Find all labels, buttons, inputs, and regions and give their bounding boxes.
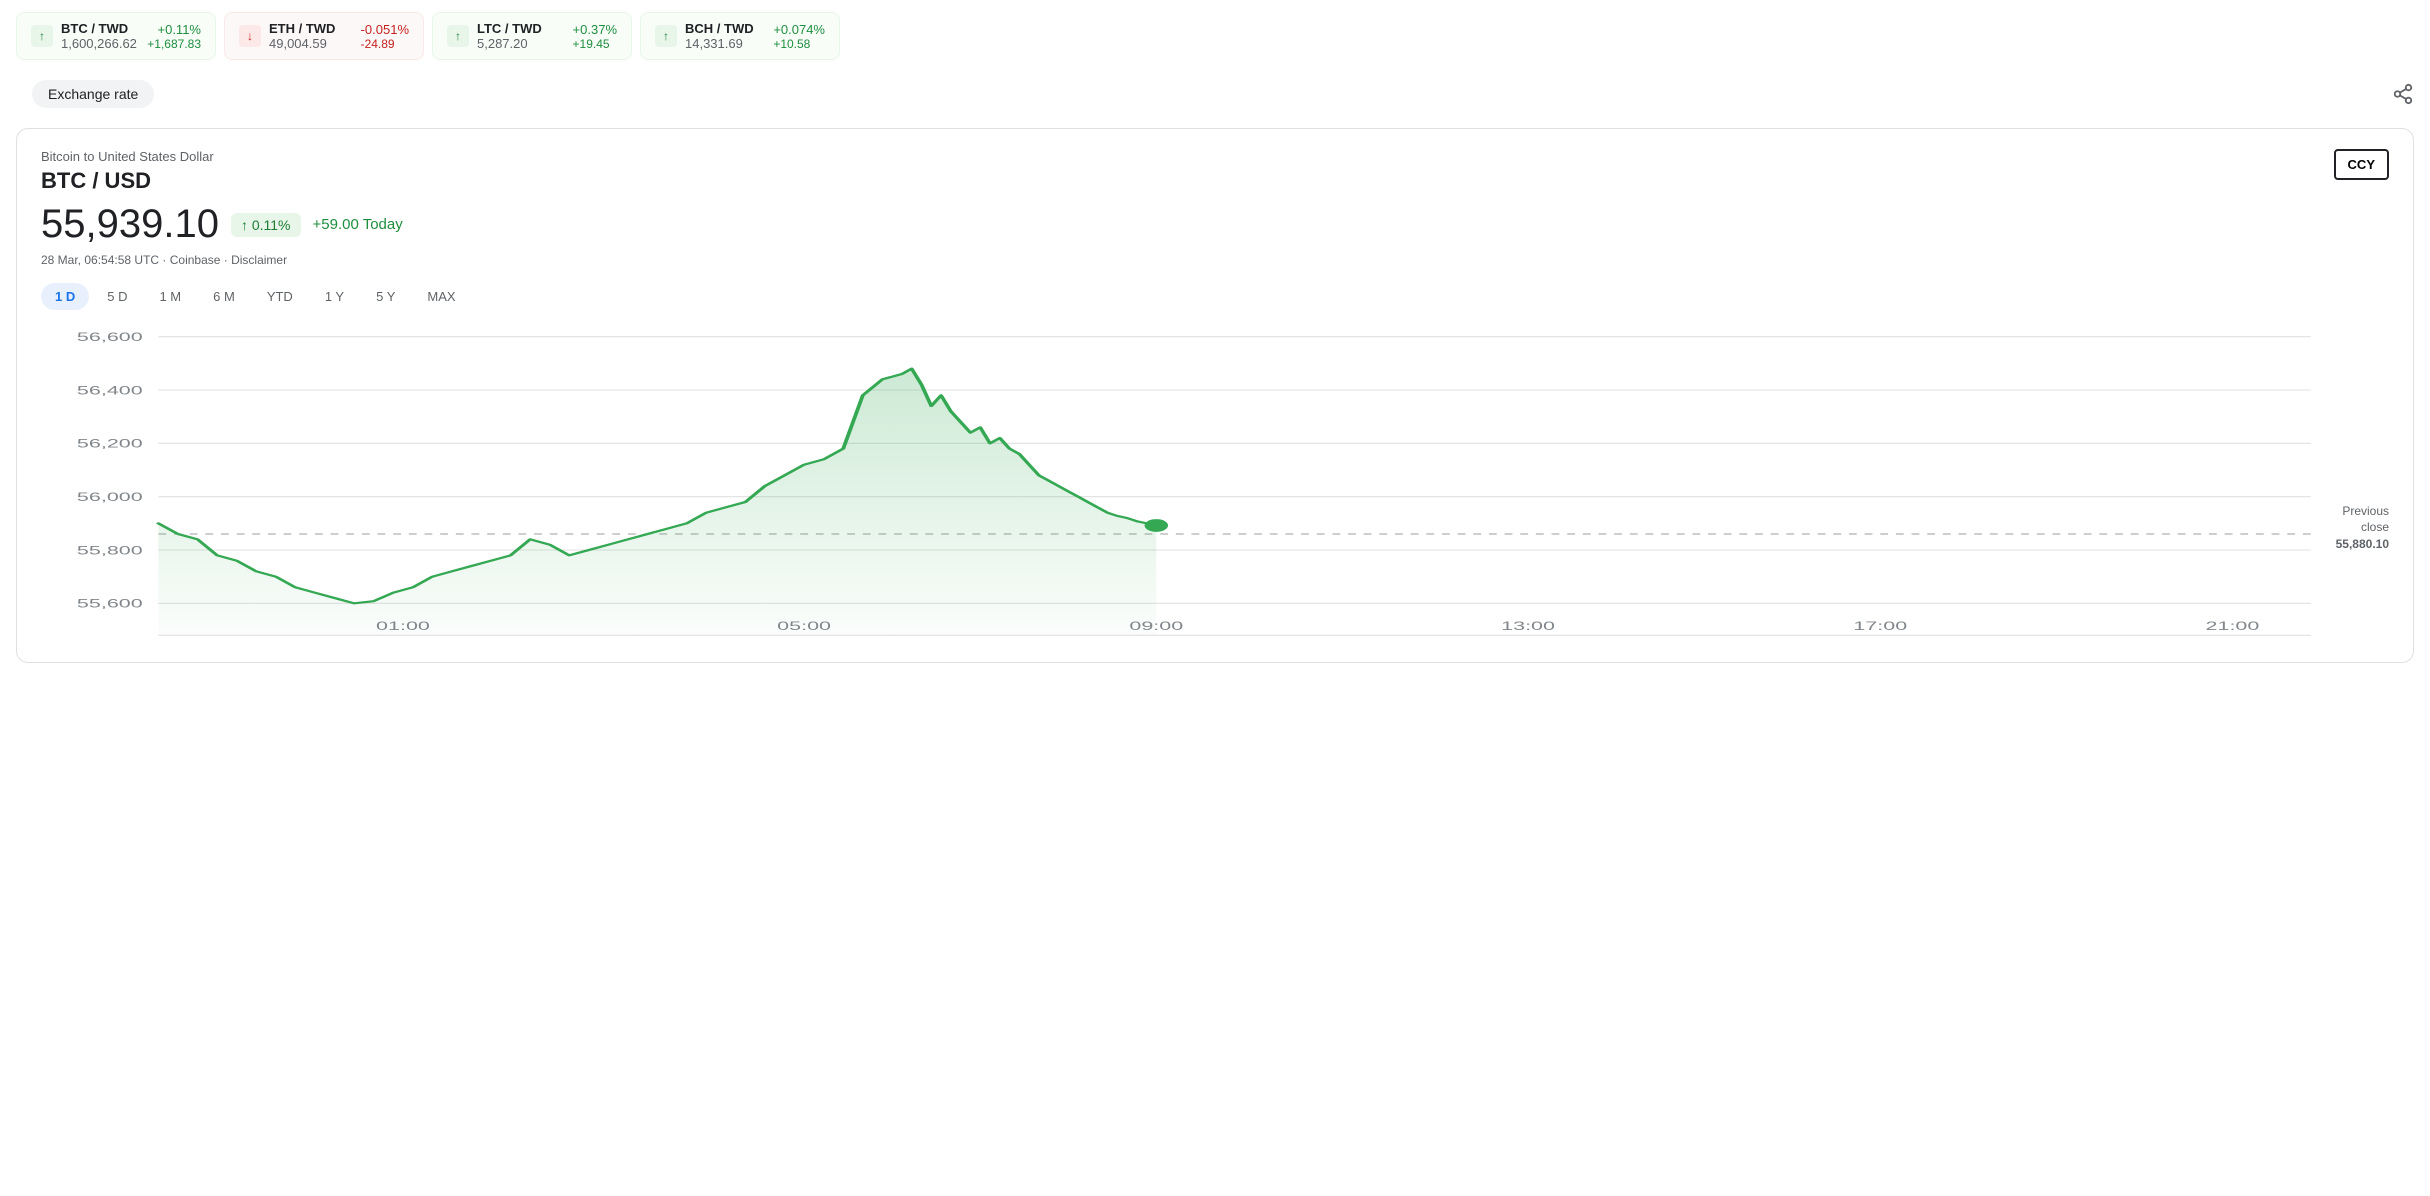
ticker-pair: BCH / TWD (685, 21, 765, 36)
ccy-button[interactable]: CCY (2334, 149, 2389, 180)
svg-text:56,000: 56,000 (77, 490, 143, 504)
ticker-price: 14,331.69 (685, 36, 765, 51)
ticker-change-pct: +0.074% (773, 22, 825, 37)
change-today: +59.00 Today (313, 216, 403, 233)
svg-text:56,200: 56,200 (77, 437, 143, 451)
period-tab-5-y[interactable]: 5 Y (362, 283, 409, 310)
svg-text:13:00: 13:00 (1501, 619, 1555, 633)
ticker-info: BTC / TWD1,600,266.62 (61, 21, 139, 51)
ticker-change-group: +0.074%+10.58 (773, 22, 825, 51)
ticker-change-abs: -24.89 (361, 37, 409, 51)
period-tab-1-y[interactable]: 1 Y (311, 283, 358, 310)
chart-subtitle: Bitcoin to United States Dollar (41, 149, 214, 164)
ticker-change-pct: +0.37% (573, 22, 617, 37)
chart-pair-title: BTC / USD (41, 168, 214, 194)
period-tab-1-d[interactable]: 1 D (41, 283, 89, 310)
chart-pair-header: Bitcoin to United States Dollar BTC / US… (41, 149, 2389, 202)
svg-text:55,600: 55,600 (77, 597, 143, 611)
ticker-price: 1,600,266.62 (61, 36, 139, 51)
chart-title-group: Bitcoin to United States Dollar BTC / US… (41, 149, 214, 202)
down-arrow-icon: ↓ (239, 25, 261, 47)
chart-card: Bitcoin to United States Dollar BTC / US… (16, 128, 2414, 663)
svg-text:21:00: 21:00 (2206, 619, 2260, 633)
chart-area: 56,600 56,400 56,200 56,000 55,800 55,60… (41, 326, 2389, 646)
change-badge: ↑ 0.11% (231, 213, 301, 237)
ticker-change-group: -0.051%-24.89 (361, 22, 409, 51)
ticker-pair: LTC / TWD (477, 21, 565, 36)
prev-close-text: Previousclose55,880.10 (2336, 503, 2389, 551)
exchange-rate-label[interactable]: Exchange rate (32, 80, 154, 108)
period-tab-6-m[interactable]: 6 M (199, 283, 249, 310)
period-tab-5-d[interactable]: 5 D (93, 283, 141, 310)
svg-text:05:00: 05:00 (777, 619, 831, 633)
ticker-item[interactable]: ↑ BCH / TWD14,331.69 +0.074%+10.58 (640, 12, 840, 60)
chart-svg: 56,600 56,400 56,200 56,000 55,800 55,60… (41, 326, 2389, 646)
up-arrow-icon: ↑ (655, 25, 677, 47)
ticker-pair: BTC / TWD (61, 21, 139, 36)
ticker-item[interactable]: ↑ BTC / TWD1,600,266.62 +0.11%+1,687.83 (16, 12, 216, 60)
period-tab-max[interactable]: MAX (413, 283, 469, 310)
ticker-bar: ↑ BTC / TWD1,600,266.62 +0.11%+1,687.83 ↓ ET… (0, 0, 2430, 72)
period-tab-ytd[interactable]: YTD (253, 283, 307, 310)
up-arrow-icon: ↑ (31, 25, 53, 47)
up-arrow-icon: ↑ (447, 25, 469, 47)
ticker-item[interactable]: ↓ ETH / TWD49,004.59 -0.051%-24.89 (224, 12, 424, 60)
ticker-change-group: +0.11%+1,687.83 (147, 22, 201, 51)
ticker-price: 49,004.59 (269, 36, 353, 51)
svg-text:17:00: 17:00 (1853, 619, 1907, 633)
svg-text:09:00: 09:00 (1129, 619, 1183, 633)
chart-meta: 28 Mar, 06:54:58 UTC · Coinbase · Discla… (41, 253, 2389, 267)
ticker-change-abs: +1,687.83 (147, 37, 201, 51)
prev-close-label: Previousclose55,880.10 (2336, 502, 2389, 552)
top-row: Exchange rate (0, 72, 2430, 120)
ticker-change-abs: +10.58 (773, 37, 825, 51)
ticker-pair: ETH / TWD (269, 21, 353, 36)
chart-price-row: 55,939.10 ↑ 0.11% +59.00 Today (41, 202, 2389, 247)
svg-text:56,600: 56,600 (77, 330, 143, 344)
ticker-change-abs: +19.45 (573, 37, 617, 51)
ticker-item[interactable]: ↑ LTC / TWD5,287.20 +0.37%+19.45 (432, 12, 632, 60)
change-pct: ↑ 0.11% (241, 217, 291, 233)
share-icon[interactable] (2392, 83, 2414, 110)
ticker-info: LTC / TWD5,287.20 (477, 21, 565, 51)
ticker-change-group: +0.37%+19.45 (573, 22, 617, 51)
svg-text:01:00: 01:00 (376, 619, 430, 633)
ticker-info: ETH / TWD49,004.59 (269, 21, 353, 51)
svg-text:56,400: 56,400 (77, 383, 143, 397)
period-tabs: 1 D5 D1 M6 MYTD1 Y5 YMAX (41, 283, 2389, 310)
svg-text:55,800: 55,800 (77, 543, 143, 557)
period-tab-1-m[interactable]: 1 M (145, 283, 195, 310)
ticker-price: 5,287.20 (477, 36, 565, 51)
ticker-change-pct: -0.051% (361, 22, 409, 37)
ticker-info: BCH / TWD14,331.69 (685, 21, 765, 51)
chart-price: 55,939.10 (41, 202, 219, 247)
ticker-change-pct: +0.11% (147, 22, 201, 37)
